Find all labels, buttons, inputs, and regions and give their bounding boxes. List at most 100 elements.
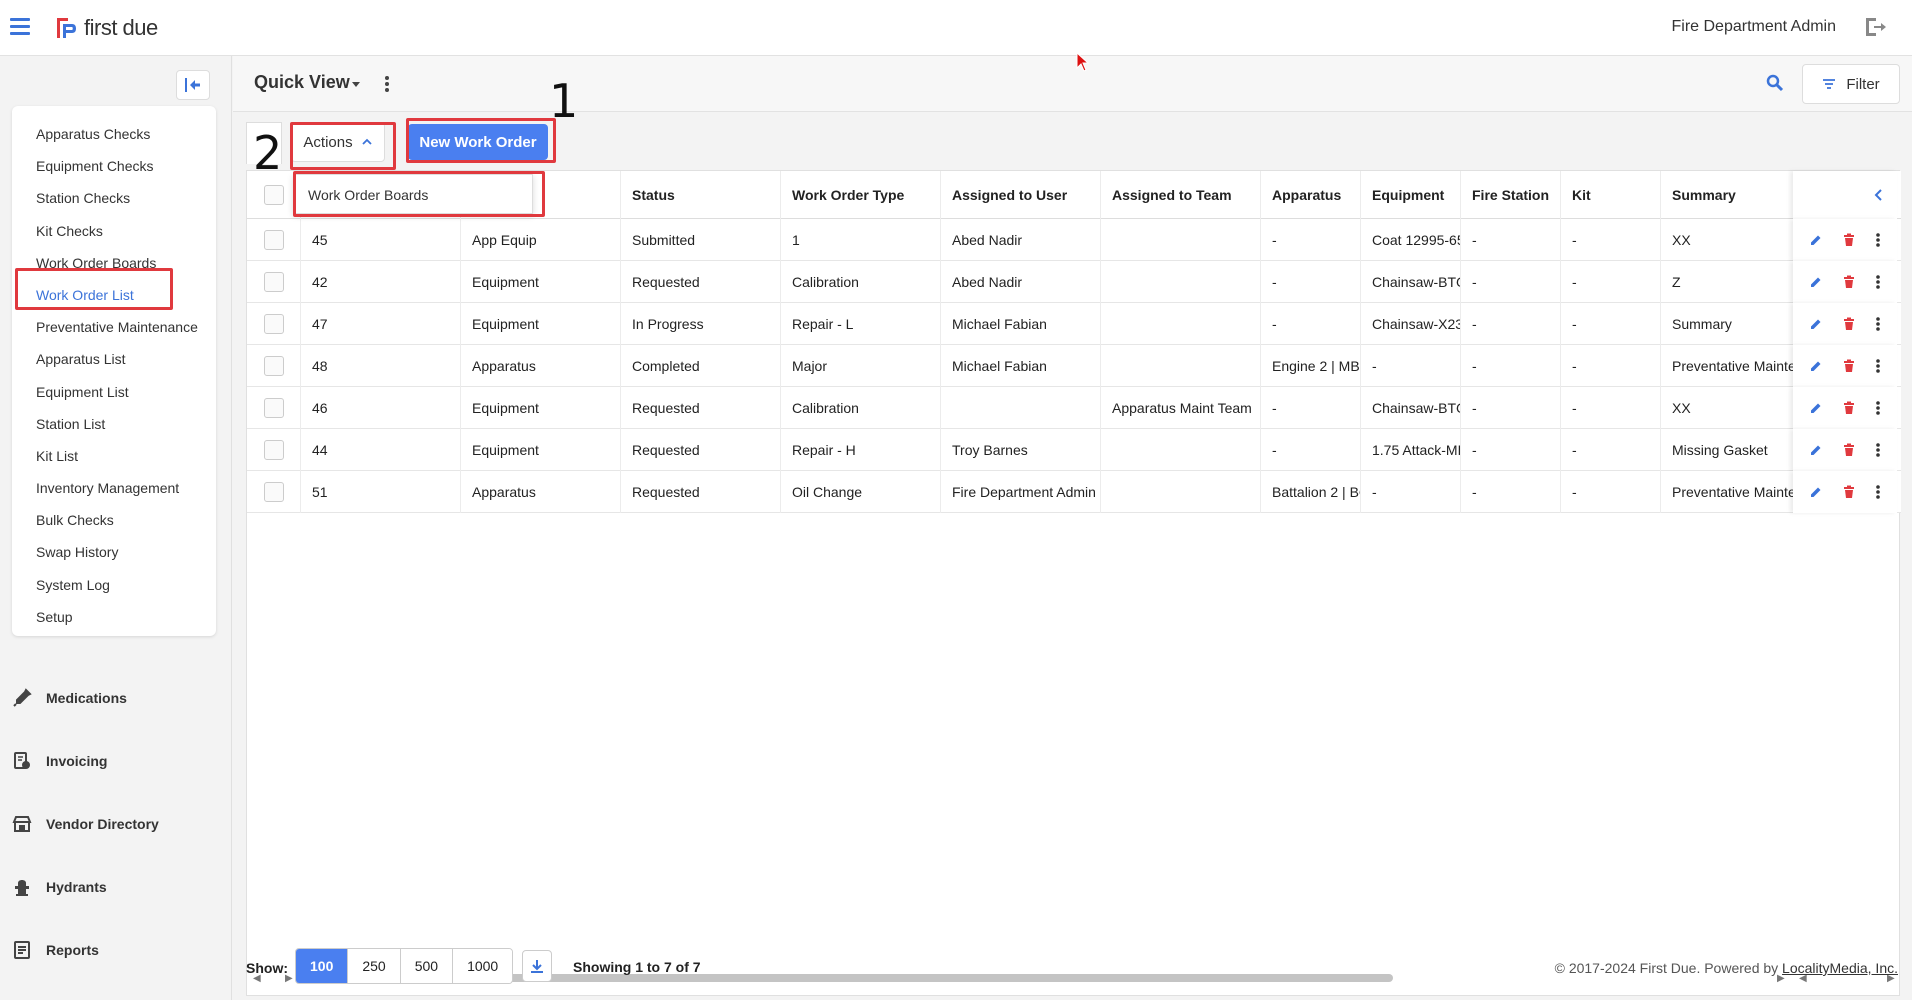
page-size-1000[interactable]: 1000 [453, 949, 513, 983]
sidebar-item-kit-checks[interactable]: Kit Checks [12, 215, 216, 247]
page-size-500[interactable]: 500 [400, 949, 454, 983]
search-icon[interactable] [1766, 74, 1784, 92]
row-checkbox[interactable] [263, 397, 284, 418]
actions-button[interactable]: Actions [291, 122, 385, 162]
cell-id: 46 [301, 386, 461, 429]
row-checkbox[interactable] [263, 313, 284, 334]
sidebar-item-preventative-maintenance[interactable]: Preventative Maintenance [12, 311, 216, 343]
column-header-assigned-team[interactable]: Assigned to Team [1101, 170, 1261, 219]
edit-icon[interactable] [1809, 401, 1823, 415]
table-row[interactable]: 51 Apparatus Requested Oil Change Fire Depar… [247, 470, 1901, 513]
cell-assigned-team [1101, 470, 1261, 513]
sidebar-item-inventory-management[interactable]: Inventory Management [12, 472, 216, 504]
sidebar-item-setup[interactable]: Setup [12, 601, 216, 633]
kebab-menu-icon[interactable] [383, 74, 391, 94]
cell-assigned-user [941, 386, 1101, 429]
cell-category: Equipment [461, 302, 621, 345]
page-size-100[interactable]: 100 [296, 949, 349, 983]
sidebar-item-station-checks[interactable]: Station Checks [12, 182, 216, 214]
logout-icon[interactable] [1862, 14, 1888, 40]
kebab-menu-icon[interactable] [1875, 400, 1881, 416]
table-row[interactable]: 48 Apparatus Completed Major Michael Fabian E… [247, 344, 1901, 387]
powered-by-link[interactable]: LocalityMedia, Inc. [1782, 960, 1898, 976]
quick-view-title[interactable]: Quick View [254, 72, 350, 93]
cell-fire-station: - [1461, 344, 1561, 387]
chevron-down-icon[interactable] [352, 82, 360, 87]
column-header-summary[interactable]: Summary [1661, 170, 1796, 219]
dropdown-item-work-order-boards[interactable]: Work Order Boards [308, 187, 428, 203]
hydrant-icon [15, 879, 29, 896]
hamburger-menu-icon[interactable] [10, 18, 30, 36]
sidebar-item-apparatus-checks[interactable]: Apparatus Checks [12, 118, 216, 150]
column-header-kit[interactable]: Kit [1561, 170, 1661, 219]
table-row[interactable]: 46 Equipment Requested Calibration Apparatus… [247, 386, 1901, 429]
sidebar-item-station-list[interactable]: Station List [12, 408, 216, 440]
sidebar-item-kit-list[interactable]: Kit List [12, 440, 216, 472]
cell-fire-station: - [1461, 260, 1561, 303]
table-row[interactable]: 44 Equipment Requested Repair - H Troy Barne… [247, 428, 1901, 471]
table-row[interactable]: 42 Equipment Requested Calibration Abed Nadi… [247, 260, 1901, 303]
edit-icon[interactable] [1809, 359, 1823, 373]
sidebar-item-swap-history[interactable]: Swap History [12, 536, 216, 568]
delete-icon[interactable] [1843, 275, 1855, 289]
sidebar-item-medications[interactable]: Medications [0, 666, 232, 729]
sidebar-item-invoicing[interactable]: Invoicing [0, 729, 232, 792]
select-all-checkbox[interactable] [263, 184, 284, 205]
column-header-apparatus[interactable]: Apparatus [1261, 170, 1361, 219]
row-actions [1793, 219, 1897, 261]
row-checkbox[interactable] [263, 271, 284, 292]
sidebar-item-vendor-directory[interactable]: Vendor Directory [0, 792, 232, 855]
download-button[interactable] [522, 950, 552, 982]
row-checkbox[interactable] [263, 439, 284, 460]
column-header-fire-station[interactable]: Fire Station [1461, 170, 1561, 219]
filter-button[interactable]: Filter [1802, 64, 1900, 104]
edit-icon[interactable] [1809, 443, 1823, 457]
kebab-menu-icon[interactable] [1875, 484, 1881, 500]
kebab-menu-icon[interactable] [1875, 316, 1881, 332]
delete-icon[interactable] [1843, 443, 1855, 457]
edit-icon[interactable] [1809, 485, 1823, 499]
sidebar-item-equipment-list[interactable]: Equipment List [12, 376, 216, 408]
sidebar-item-system-log[interactable]: System Log [12, 569, 216, 601]
edit-icon[interactable] [1809, 317, 1823, 331]
chevron-left-icon[interactable] [1873, 188, 1883, 202]
sidebar-item-equipment-checks[interactable]: Equipment Checks [12, 150, 216, 182]
cell-summary: Missing Gasket [1661, 428, 1796, 471]
delete-icon[interactable] [1843, 317, 1855, 331]
delete-icon[interactable] [1843, 485, 1855, 499]
table-row[interactable]: 45 App Equip Submitted 1 Abed Nadir - Coat 129… [247, 218, 1901, 261]
delete-icon[interactable] [1843, 401, 1855, 415]
cell-category: Apparatus [461, 344, 621, 387]
delete-icon[interactable] [1843, 359, 1855, 373]
sidebar-item-work-order-boards[interactable]: Work Order Boards [12, 247, 216, 279]
collapse-sidebar-button[interactable] [176, 70, 210, 100]
delete-icon[interactable] [1843, 233, 1855, 247]
logo[interactable]: first due [54, 15, 158, 41]
user-name[interactable]: Fire Department Admin [1671, 18, 1836, 36]
column-header-status[interactable]: Status [621, 170, 781, 219]
column-header-equipment[interactable]: Equipment [1361, 170, 1461, 219]
sidebar-item-hydrants[interactable]: Hydrants [0, 855, 232, 918]
column-header-work-order-type[interactable]: Work Order Type [781, 170, 941, 219]
cell-equipment: 1.75 Attack-MBE175 [1361, 428, 1461, 471]
cell-work-order-type: 1 [781, 218, 941, 261]
table-row[interactable]: 47 Equipment In Progress Repair - L Michael … [247, 302, 1901, 345]
cell-summary: Summary [1661, 302, 1796, 345]
new-work-order-button[interactable]: New Work Order [408, 124, 548, 160]
sidebar-item-work-order-list[interactable]: Work Order List [12, 279, 216, 311]
kebab-menu-icon[interactable] [1875, 358, 1881, 374]
edit-icon[interactable] [1809, 275, 1823, 289]
kebab-menu-icon[interactable] [1875, 274, 1881, 290]
row-checkbox[interactable] [263, 481, 284, 502]
kebab-menu-icon[interactable] [1875, 442, 1881, 458]
kebab-menu-icon[interactable] [1875, 232, 1881, 248]
row-checkbox[interactable] [263, 355, 284, 376]
sidebar-item-apparatus-list[interactable]: Apparatus List [12, 343, 216, 375]
column-header-assigned-user[interactable]: Assigned to User [941, 170, 1101, 219]
row-checkbox[interactable] [263, 229, 284, 250]
edit-icon[interactable] [1809, 233, 1823, 247]
sidebar-item-bulk-checks[interactable]: Bulk Checks [12, 504, 216, 536]
sidebar-item-reports[interactable]: Reports [0, 918, 232, 981]
page-size-250[interactable]: 250 [348, 949, 401, 983]
cell-summary: Preventative Maintenance [1661, 344, 1796, 387]
